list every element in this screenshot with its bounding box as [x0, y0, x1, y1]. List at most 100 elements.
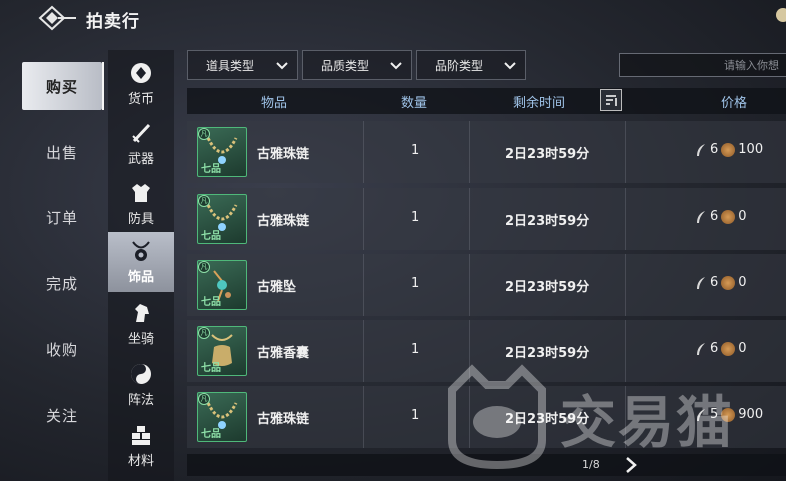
item-quantity: 1 [411, 210, 420, 225]
nav-acquire[interactable]: 收购 [22, 325, 102, 373]
category-mount[interactable]: 坐骑 [108, 294, 174, 354]
feather-currency-icon [697, 143, 705, 156]
col-time: 剩余时间 [513, 96, 566, 111]
nav-label: 订单 [45, 208, 78, 227]
table-header: 物品 数量 剩余时间 价格 [187, 88, 786, 114]
column-divider [363, 188, 364, 250]
column-divider [363, 121, 364, 183]
table-row[interactable]: 凡七品 古雅珠链 1 2日23时59分 6 100 [187, 121, 786, 183]
item-price: 60 [695, 275, 747, 290]
category-label: 防具 [127, 212, 154, 227]
watermark: 交易猫 [442, 360, 782, 470]
filter-item-type[interactable]: 道具类型 [187, 50, 298, 80]
category-material[interactable]: 材料 [108, 416, 174, 476]
nav-completed[interactable]: 完成 [22, 259, 102, 307]
column-divider [469, 188, 470, 250]
category-label: 材料 [127, 454, 154, 469]
back-diamond-icon[interactable] [38, 4, 78, 32]
copper-coin-icon [721, 275, 736, 290]
category-label: 坐骑 [127, 332, 154, 347]
feather-amount: 6 [710, 341, 719, 356]
quality-label: 七品 [201, 164, 221, 175]
feather-currency-icon [697, 342, 705, 355]
nav-follow[interactable]: 关注 [22, 391, 102, 439]
remaining-time: 2日23时59分 [505, 280, 590, 295]
item-quantity: 1 [411, 276, 420, 291]
nav-label: 关注 [45, 406, 78, 425]
coin-amount: 100 [738, 142, 764, 157]
formation-icon [129, 362, 153, 386]
item-thumbnail[interactable]: 凡七品 [197, 127, 247, 177]
chevron-down-icon [504, 62, 516, 70]
sort-icon[interactable] [600, 89, 622, 111]
necklace-icon [129, 239, 153, 263]
copper-coin-icon [721, 341, 736, 356]
chevron-down-icon [276, 62, 288, 70]
col-price: 价格 [721, 96, 748, 111]
nav-sell[interactable]: 出售 [22, 128, 102, 176]
material-icon [129, 423, 153, 447]
column-divider [363, 386, 364, 448]
armor-icon [129, 181, 153, 205]
category-currency[interactable]: 货币 [108, 54, 174, 114]
item-thumbnail[interactable]: 凡七品 [197, 326, 247, 376]
coin-icon [129, 61, 153, 85]
nav-buy[interactable]: 购买 [22, 62, 104, 110]
nav-label: 购买 [45, 77, 78, 96]
coin-amount: 0 [738, 341, 747, 356]
nav-label: 收购 [45, 340, 78, 359]
item-thumbnail[interactable]: 凡七品 [197, 392, 247, 442]
copper-coin-icon [721, 142, 736, 157]
item-name: 古雅坠 [257, 280, 297, 295]
remaining-time: 2日23时59分 [505, 147, 590, 162]
bell-icon[interactable] [776, 8, 786, 22]
filter-grade-type[interactable]: 品阶类型 [416, 50, 526, 80]
header-bar: 拍卖行 [0, 0, 786, 40]
rarity-badge: 凡 [198, 261, 210, 273]
table-row[interactable]: 凡七品 古雅坠 1 2日23时59分 6 0 [187, 254, 786, 316]
category-label: 饰品 [127, 270, 154, 285]
rarity-badge: 凡 [198, 195, 210, 207]
category-label: 货币 [127, 92, 154, 107]
column-divider [625, 188, 626, 250]
column-divider [363, 254, 364, 316]
col-qty: 数量 [401, 96, 428, 111]
quality-label: 七品 [201, 429, 221, 440]
column-divider [469, 121, 470, 183]
column-divider [363, 320, 364, 382]
table-row[interactable]: 凡七品 古雅珠链 1 2日23时59分 6 0 [187, 188, 786, 250]
remaining-time: 2日23时59分 [505, 214, 590, 229]
category-weapon[interactable]: 武器 [108, 114, 174, 174]
col-item: 物品 [261, 96, 288, 111]
category-label: 武器 [127, 152, 154, 167]
page-title: 拍卖行 [86, 12, 140, 32]
coin-amount: 0 [738, 275, 747, 290]
category-armor[interactable]: 防具 [108, 174, 174, 234]
item-price: 60 [695, 341, 747, 356]
filter-label: 品质类型 [321, 58, 370, 73]
filter-label: 道具类型 [206, 58, 255, 73]
item-name: 古雅珠链 [257, 214, 310, 229]
feather-currency-icon [697, 210, 705, 223]
item-price: 60 [695, 209, 747, 224]
item-thumbnail[interactable]: 凡七品 [197, 260, 247, 310]
column-divider [625, 121, 626, 183]
column-divider [469, 254, 470, 316]
item-quantity: 1 [411, 143, 420, 158]
category-accessory[interactable]: 饰品 [108, 232, 174, 292]
column-divider [625, 254, 626, 316]
chevron-down-icon [390, 62, 402, 70]
watermark-text: 交易猫 [560, 391, 734, 456]
item-quantity: 1 [411, 408, 420, 423]
nav-orders[interactable]: 订单 [22, 193, 102, 241]
item-name: 古雅珠链 [257, 412, 310, 427]
feather-currency-icon [697, 276, 705, 289]
category-formation[interactable]: 阵法 [108, 355, 174, 415]
feather-amount: 6 [710, 275, 719, 290]
filter-quality-type[interactable]: 品质类型 [302, 50, 412, 80]
nav-label: 完成 [45, 274, 78, 293]
remaining-time: 2日23时59分 [505, 346, 590, 361]
search-box [619, 53, 786, 77]
search-input[interactable] [620, 54, 786, 76]
item-thumbnail[interactable]: 凡七品 [197, 194, 247, 244]
